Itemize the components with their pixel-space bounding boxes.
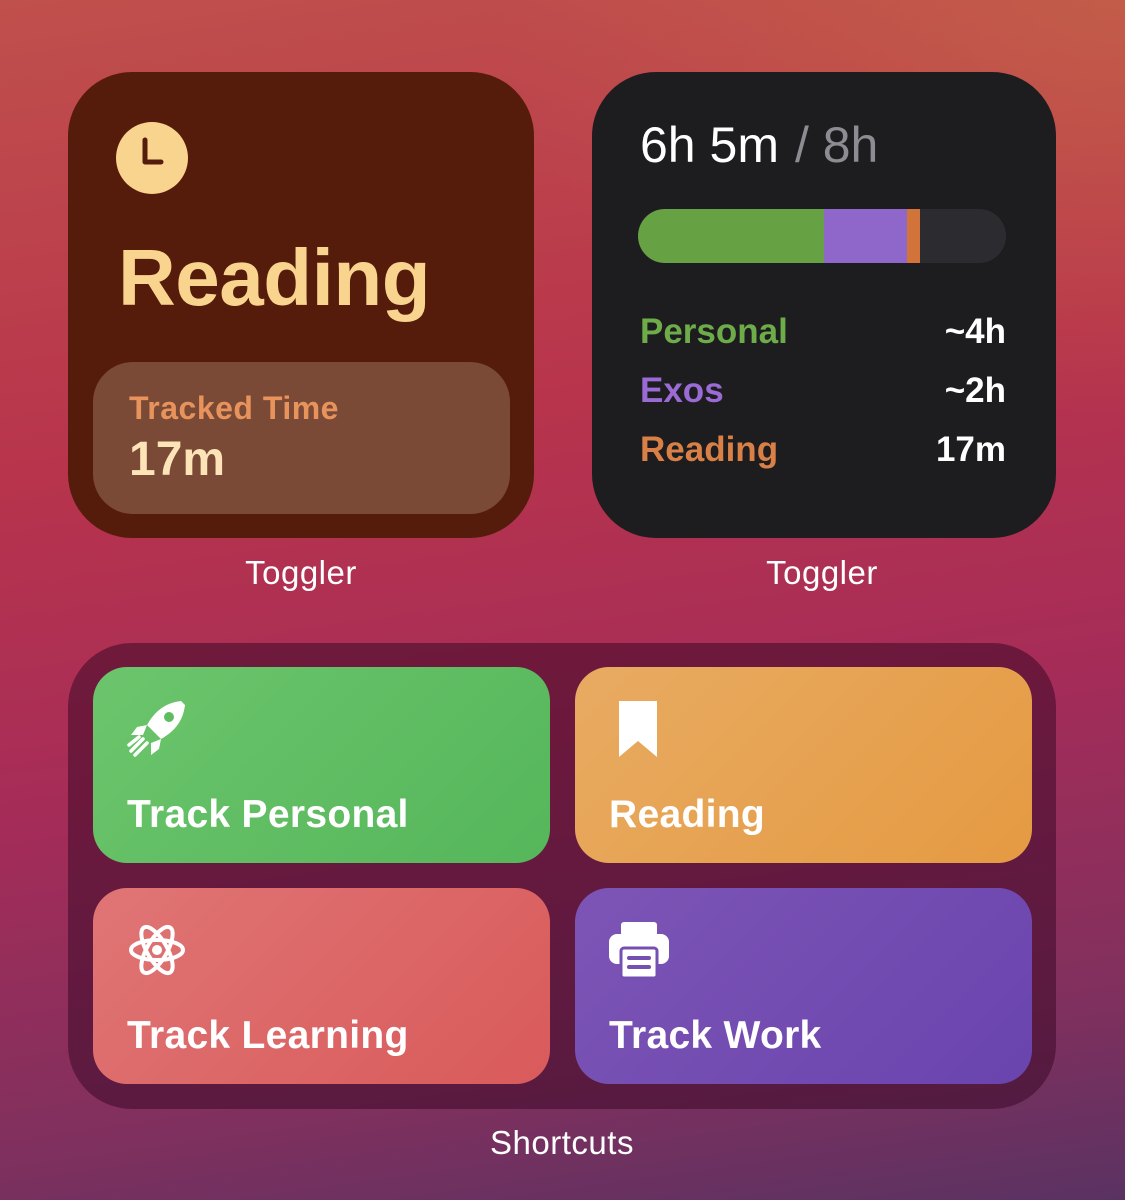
track-work-shortcut[interactable]: Track Work [575,888,1032,1084]
current-timer-widget-label: Toggler [245,554,357,591]
progress-segment-personal [638,209,824,263]
clock-icon [116,122,188,194]
current-timer-widget[interactable]: Reading Tracked Time 17m [68,72,534,538]
track-learning-shortcut[interactable]: Track Learning [93,888,550,1084]
reading-shortcut[interactable]: Reading [575,667,1032,863]
daily-summary-widget-label: Toggler [766,554,878,591]
progress-bar [638,209,1006,263]
total-time-value: 6h 5m [640,117,779,173]
tracked-time-value: 17m [129,433,226,486]
summary-row-name: Exos [640,371,724,410]
progress-segment-exos [823,209,908,263]
goal-time: / 8h [794,117,879,173]
daily-summary-widget[interactable]: 6h 5m / 8h Personal ~4h Exos ~2h Reading … [592,72,1056,538]
shortcuts-widget: Track Personal Reading Track Learning Tr… [68,643,1056,1109]
tracked-time-box: Tracked Time 17m [93,362,510,514]
summary-row-exos: Exos ~2h [640,371,1006,415]
progress-segment-reading [907,209,921,263]
track-personal-label: Track Personal [127,793,409,836]
summary-row-personal: Personal ~4h [640,312,1006,356]
summary-row-duration: 17m [935,430,1006,469]
summary-row-name: Personal [640,312,788,351]
bookmark-icon [607,697,671,766]
summary-row-duration: ~4h [944,312,1006,351]
summary-row-duration: ~2h [944,371,1006,410]
total-time: 6h 5m / 8h [640,116,878,174]
tracked-time-label: Tracked Time [129,390,339,426]
atom-icon [125,918,189,987]
rocket-icon [125,697,189,766]
track-personal-shortcut[interactable]: Track Personal [93,667,550,863]
summary-row-name: Reading [640,430,779,469]
track-work-label: Track Work [609,1014,822,1057]
printer-icon [607,918,671,987]
shortcuts-widget-label: Shortcuts [490,1124,634,1161]
summary-row-reading: Reading 17m [640,430,1006,474]
reading-label: Reading [609,793,765,836]
current-timer-title: Reading [118,233,431,322]
track-learning-label: Track Learning [127,1014,409,1057]
